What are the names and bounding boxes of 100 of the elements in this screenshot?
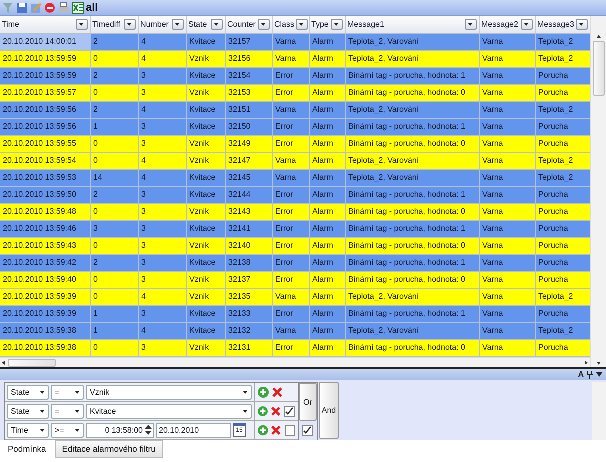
table-row[interactable]: 20.10.2010 14:00:01 2 4 Kvitace 32157 Varna Alarm Teplota_2, Varování Varna Teplota_2: [0, 33, 590, 50]
table-cell: 2: [90, 101, 138, 118]
column-filter-button[interactable]: [296, 18, 308, 30]
column-header[interactable]: Message3: [535, 16, 590, 33]
column-header[interactable]: Number: [138, 16, 186, 33]
column-header[interactable]: Counter: [225, 16, 272, 33]
delete-icon[interactable]: [272, 386, 283, 398]
printer-icon[interactable]: [58, 2, 70, 14]
table-cell: Kvitace: [186, 33, 225, 50]
table-cell: Vznik: [186, 237, 225, 254]
column-header[interactable]: Class: [272, 16, 309, 33]
field-dropdown[interactable]: Time: [7, 422, 49, 438]
table-cell: 4: [138, 152, 186, 169]
table-row[interactable]: 20.10.2010 13:59:40 0 3 Vznik 32137 Error Alarm Binární tag - porucha, hodnota: 0 Varna Porucha: [0, 271, 590, 288]
horizontal-scrollbar[interactable]: [0, 357, 590, 367]
column-header[interactable]: Time: [0, 16, 90, 33]
table-row[interactable]: 20.10.2010 13:59:59 2 3 Kvitace 32154 Error Alarm Binární tag - porucha, hodnota: 1 Varna Porucha: [0, 67, 590, 84]
table-row[interactable]: 20.10.2010 13:59:54 0 4 Vznik 32147 Varna Alarm Teplota_2, Varování Varna Teplota_2: [0, 152, 590, 169]
operator-dropdown[interactable]: =: [51, 404, 84, 418]
column-filter-button[interactable]: [464, 18, 476, 30]
table-cell: 20.10.2010 13:59:56: [0, 118, 90, 135]
font-button[interactable]: A: [578, 370, 584, 379]
table-cell: 4: [138, 288, 186, 305]
add-icon[interactable]: [258, 424, 268, 436]
field-dropdown[interactable]: State: [7, 384, 49, 400]
column-header[interactable]: State: [186, 16, 225, 33]
column-filter-button[interactable]: [76, 18, 88, 30]
table-cell: 3: [138, 339, 186, 356]
tab[interactable]: Editace alarmového filtru: [55, 440, 163, 458]
table-row[interactable]: 20.10.2010 13:59:39 0 4 Vznik 32135 Varna Alarm Teplota_2, Varování Varna Teplota_2: [0, 288, 590, 305]
or-button[interactable]: Or: [299, 383, 317, 421]
vertical-scrollbar[interactable]: [590, 16, 606, 367]
column-filter-button[interactable]: [258, 18, 270, 30]
table-cell: Error: [272, 254, 309, 271]
scrollbar-thumb[interactable]: [8, 358, 56, 366]
table-cell: Alarm: [309, 271, 345, 288]
spreadsheet-icon[interactable]: [72, 2, 84, 14]
value-dropdown[interactable]: Vznik: [86, 384, 252, 400]
vertical-scrollbar[interactable]: [592, 382, 606, 440]
table-row[interactable]: 20.10.2010 13:59:56 1 3 Kvitace 32150 Error Alarm Binární tag - porucha, hodnota: 1 Varna Porucha: [0, 118, 590, 135]
table-row[interactable]: 20.10.2010 13:59:39 1 3 Kvitace 32133 Error Alarm Binární tag - porucha, hodnota: 1 Varna Porucha: [0, 305, 590, 322]
field-dropdown[interactable]: State: [7, 404, 49, 418]
column-header[interactable]: Message2: [479, 16, 535, 33]
table-row[interactable]: 20.10.2010 13:59:38 1 4 Kvitace 32132 Varna Alarm Teplota_2, Varování Varna Teplota_2: [0, 322, 590, 339]
table-cell: 20.10.2010 13:59:57: [0, 84, 90, 101]
table-cell: Teplota_2, Varování: [345, 152, 479, 169]
table-cell: Alarm: [309, 237, 345, 254]
column-header[interactable]: Message1: [345, 16, 479, 33]
column-header[interactable]: Type: [309, 16, 345, 33]
table-row[interactable]: 20.10.2010 13:59:42 2 3 Kvitace 32138 Error Alarm Binární tag - porucha, hodnota: 1 Varna Porucha: [0, 254, 590, 271]
checkbox[interactable]: [284, 406, 295, 416]
save-icon[interactable]: [16, 2, 28, 14]
table-cell: 20.10.2010 13:59:56: [0, 101, 90, 118]
column-filter-button[interactable]: [210, 18, 222, 30]
table-row[interactable]: 20.10.2010 13:59:50 2 3 Kvitace 32144 Error Alarm Binární tag - porucha, hodnota: 1 Varna Porucha: [0, 186, 590, 203]
delete-icon[interactable]: [271, 406, 281, 416]
operator-dropdown[interactable]: =: [51, 384, 84, 400]
column-filter-button[interactable]: [576, 18, 588, 30]
stop-icon[interactable]: [44, 2, 56, 14]
table-cell: Varna: [272, 50, 309, 67]
operator-dropdown[interactable]: >=: [51, 422, 84, 438]
table-cell: Binární tag - porucha, hodnota: 0: [345, 135, 479, 152]
dropdown-icon[interactable]: [596, 372, 603, 377]
add-icon[interactable]: [258, 406, 268, 416]
delete-icon[interactable]: [271, 424, 282, 436]
table-row[interactable]: 20.10.2010 13:59:55 0 3 Vznik 32149 Error Alarm Binární tag - porucha, hodnota: 0 Varna Porucha: [0, 135, 590, 152]
table-row[interactable]: 20.10.2010 13:59:43 0 3 Vznik 32140 Error Alarm Binární tag - porucha, hodnota: 0 Varna Porucha: [0, 237, 590, 254]
table-row[interactable]: 20.10.2010 13:59:53 14 4 Kvitace 32145 Varna Alarm Teplota_2, Varování Varna Teplota_2: [0, 169, 590, 186]
table-cell: Binární tag - porucha, hodnota: 0: [345, 237, 479, 254]
table-cell: Porucha: [535, 339, 590, 356]
scrollbar-thumb[interactable]: [592, 41, 604, 96]
check-icon: [303, 426, 312, 435]
date-field[interactable]: 20.10.2010: [156, 422, 231, 438]
table-row[interactable]: 20.10.2010 13:59:59 0 4 Vznik 32156 Varna Alarm Teplota_2, Varování Varna Teplota_2: [0, 50, 590, 67]
time-spin-field[interactable]: 0 13:58:00: [86, 422, 154, 438]
checkbox[interactable]: [284, 424, 296, 436]
table-row[interactable]: 20.10.2010 13:59:57 0 3 Vznik 32153 Error Alarm Binární tag - porucha, hodnota: 0 Varna Porucha: [0, 84, 590, 101]
column-filter-button[interactable]: [520, 18, 532, 30]
checkbox[interactable]: [302, 425, 313, 436]
table-row[interactable]: 20.10.2010 13:59:56 2 4 Kvitace 32151 Varna Alarm Teplota_2, Varování Varna Teplota_2: [0, 101, 590, 118]
table-cell: 4: [138, 322, 186, 339]
column-filter-button[interactable]: [124, 18, 136, 30]
table-cell: Vznik: [186, 271, 225, 288]
table-row[interactable]: 20.10.2010 13:59:48 0 3 Vznik 32143 Error Alarm Binární tag - porucha, hodnota: 0 Varna Porucha: [0, 203, 590, 220]
add-icon[interactable]: [258, 386, 269, 398]
spin-arrows-icon[interactable]: [145, 424, 152, 436]
table-cell: Porucha: [535, 186, 590, 203]
and-button[interactable]: And: [319, 382, 339, 439]
table-row[interactable]: 20.10.2010 13:59:46 3 3 Kvitace 32141 Error Alarm Binární tag - porucha, hodnota: 1 Varna Porucha: [0, 220, 590, 237]
column-header[interactable]: Timediff: [90, 16, 138, 33]
table-cell: Teplota_2: [535, 322, 590, 339]
table-cell: 20.10.2010 13:59:50: [0, 186, 90, 203]
column-filter-button[interactable]: [330, 18, 342, 30]
table-cell: 20.10.2010 14:00:01: [0, 33, 90, 50]
value-dropdown[interactable]: Kvitace: [86, 404, 252, 418]
pin-icon[interactable]: [587, 370, 593, 378]
table-row[interactable]: 20.10.2010 13:59:38 0 3 Vznik 32131 Error Alarm Binární tag - porucha, hodnota: 0 Varna Porucha: [0, 339, 590, 356]
table-cell: Varna: [272, 152, 309, 169]
table-cell: 0: [90, 50, 138, 67]
column-filter-button[interactable]: [172, 18, 184, 30]
